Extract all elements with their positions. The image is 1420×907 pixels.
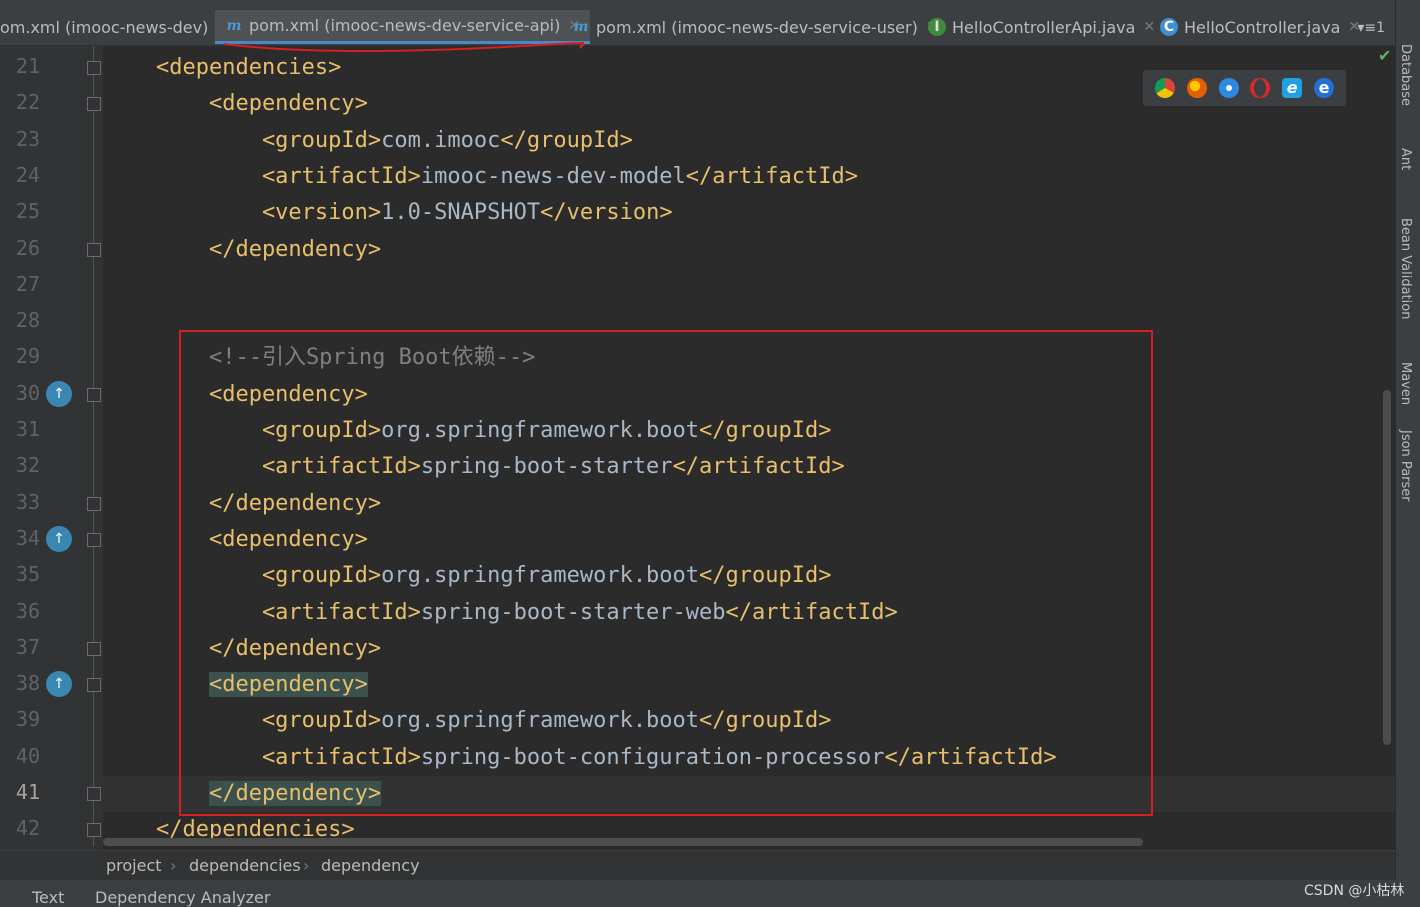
breadcrumb-item-dependencies[interactable]: dependencies xyxy=(189,856,301,875)
line-number: 32 xyxy=(15,453,40,478)
fold-marker-icon[interactable] xyxy=(87,61,101,75)
tab-label: pom.xml (imooc-news-dev-service-user) xyxy=(596,17,918,37)
tab-label: HelloController.java xyxy=(1184,17,1341,37)
fold-marker-icon[interactable] xyxy=(87,641,101,656)
fold-marker-icon[interactable] xyxy=(87,532,101,547)
safari-icon[interactable] xyxy=(1218,78,1239,98)
line-number: 30 xyxy=(15,380,40,405)
line-number: 31 xyxy=(15,417,40,441)
tab-dependency-analyzer[interactable]: Dependency Analyzer xyxy=(95,888,270,907)
fold-marker-icon[interactable] xyxy=(87,97,101,112)
tool-ant[interactable]: Ant xyxy=(1398,148,1413,170)
line-number: 23 xyxy=(15,126,40,151)
line-number: 29 xyxy=(15,344,40,369)
check-icon: ✔ xyxy=(1378,46,1392,65)
line-number: 42 xyxy=(15,816,40,841)
code-line[interactable]: <groupId>com.imooc</groupId> xyxy=(103,123,1395,159)
opera-icon[interactable] xyxy=(1250,78,1271,98)
interface-icon: I xyxy=(928,18,946,36)
code-tag: <version> xyxy=(103,200,382,226)
line-number: 24 xyxy=(15,162,40,187)
close-icon[interactable]: ✕ xyxy=(1143,19,1155,35)
line-number: 22 xyxy=(15,90,40,115)
fold-marker-icon[interactable] xyxy=(87,496,101,511)
override-gutter-icon[interactable]: ↑ xyxy=(46,671,72,698)
tab-label: om.xml (imooc-news-dev) xyxy=(0,17,209,37)
line-number: 26 xyxy=(15,235,40,260)
edge-icon[interactable]: e xyxy=(1314,78,1335,98)
code-line[interactable]: <version>1.0-SNAPSHOT</version> xyxy=(103,195,1395,231)
line-number: 39 xyxy=(15,707,40,732)
fold-guide xyxy=(93,46,94,846)
tool-json-parser[interactable]: Json Parser xyxy=(1398,430,1413,502)
horizontal-scrollbar[interactable] xyxy=(103,838,1143,846)
tab-pom-imooc-news-dev[interactable]: om.xml (imooc-news-dev) ✕ xyxy=(0,10,228,44)
line-number: 40 xyxy=(15,743,40,768)
breadcrumb-item-project[interactable]: project xyxy=(106,856,162,875)
fold-marker-icon[interactable] xyxy=(87,242,101,257)
tab-hellocontroller[interactable]: C HelloController.java ✕ xyxy=(1160,10,1360,44)
line-number: 41 xyxy=(15,780,40,804)
tab-label: pom.xml (imooc-news-dev-service-api) xyxy=(249,16,561,35)
ie-icon[interactable]: e xyxy=(1282,78,1303,98)
line-number: 28 xyxy=(15,308,40,333)
tab-list-menu-icon[interactable]: ▾≡1 xyxy=(1357,20,1385,36)
code-text: com.imooc xyxy=(381,127,501,153)
override-gutter-icon[interactable]: ↑ xyxy=(46,380,72,407)
fold-marker-icon[interactable] xyxy=(87,823,101,838)
class-icon: C xyxy=(1160,18,1178,36)
line-number: 36 xyxy=(15,598,40,623)
line-number: 27 xyxy=(15,271,40,296)
line-number: 35 xyxy=(15,562,40,587)
tool-maven[interactable]: Maven xyxy=(1398,362,1413,405)
breadcrumb: project › dependencies › dependency xyxy=(0,850,1395,881)
override-gutter-icon[interactable]: ↑ xyxy=(46,525,72,552)
line-number: 21 xyxy=(15,54,40,78)
code-tag: </version> xyxy=(540,200,673,226)
code-text: imooc-news-dev-model xyxy=(420,163,686,189)
code-line[interactable] xyxy=(103,268,1395,304)
code-tag: <dependency> xyxy=(103,91,368,117)
line-number: 37 xyxy=(15,634,40,659)
line-number: 33 xyxy=(15,489,40,514)
red-annotation-box xyxy=(179,330,1153,816)
breadcrumb-item-dependency[interactable]: dependency xyxy=(321,856,420,875)
code-tag: <artifactId> xyxy=(103,163,421,189)
line-number: 38 xyxy=(15,671,40,696)
code-tag: <dependencies> xyxy=(103,55,342,80)
chevron-right-icon: › xyxy=(170,856,177,875)
fold-marker-icon[interactable] xyxy=(87,387,101,402)
code-line[interactable]: </dependency> xyxy=(103,232,1395,268)
fold-marker-icon[interactable] xyxy=(87,787,101,801)
firefox-icon[interactable] xyxy=(1186,78,1207,98)
line-number: 34 xyxy=(15,525,40,550)
tab-pom-service-api[interactable]: m pom.xml (imooc-news-dev-service-api) ✕ xyxy=(215,10,591,44)
tab-pom-service-user[interactable]: m pom.xml (imooc-news-dev-service-user) … xyxy=(572,10,938,44)
tab-label: HelloControllerApi.java xyxy=(952,17,1136,37)
line-number: 25 xyxy=(15,199,40,224)
right-tool-strip: Database Ant Bean Validation Maven Json … xyxy=(1395,0,1420,907)
maven-m-icon: m xyxy=(226,17,242,34)
tool-bean-validation[interactable]: Bean Validation xyxy=(1398,218,1413,319)
vertical-scrollbar[interactable] xyxy=(1383,390,1391,745)
code-tag: </groupId> xyxy=(500,127,633,153)
watermark: CSDN @小枯林 xyxy=(1304,883,1405,899)
bottom-tool-bar: Text Dependency Analyzer xyxy=(0,880,1420,907)
code-tag: <groupId> xyxy=(103,127,382,153)
editor-tab-bar: om.xml (imooc-news-dev) ✕ m pom.xml (imo… xyxy=(0,0,1395,46)
tool-database[interactable]: Database xyxy=(1398,44,1413,106)
tab-text[interactable]: Text xyxy=(32,888,64,907)
maven-m-icon: m xyxy=(573,19,589,35)
fold-marker-icon[interactable] xyxy=(87,678,101,693)
tab-hellocontrollerapi[interactable]: I HelloControllerApi.java ✕ xyxy=(928,10,1155,44)
code-tag: </artifactId> xyxy=(685,163,858,189)
chrome-icon[interactable] xyxy=(1154,78,1175,98)
browser-preview-bar: e e xyxy=(1143,70,1346,106)
chevron-right-icon: › xyxy=(303,856,310,875)
code-text: 1.0-SNAPSHOT xyxy=(381,200,541,226)
code-line[interactable]: <artifactId>imooc-news-dev-model</artifa… xyxy=(103,159,1395,195)
code-tag: </dependency> xyxy=(103,236,382,262)
